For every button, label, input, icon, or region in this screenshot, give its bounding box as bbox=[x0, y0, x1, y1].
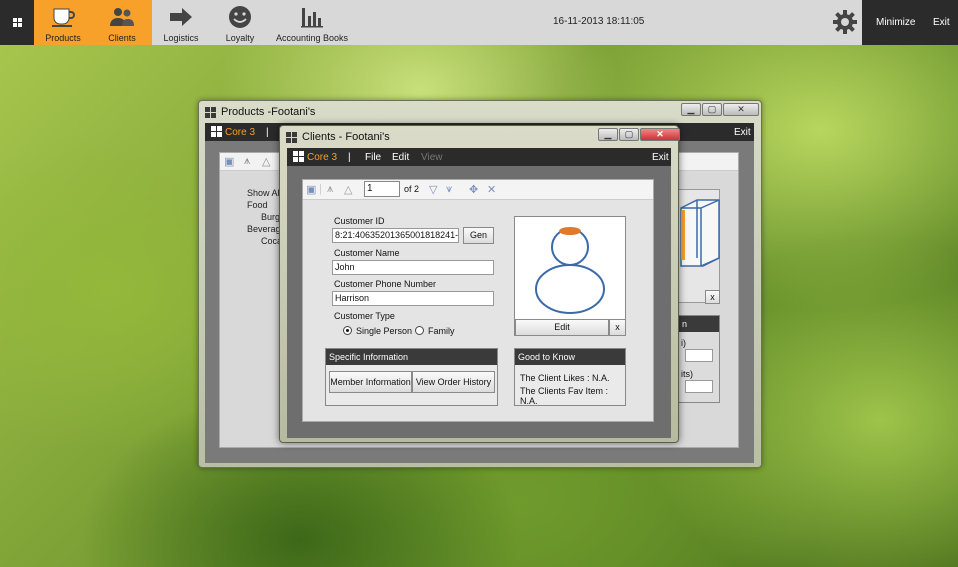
save-icon[interactable]: ▣ bbox=[224, 155, 234, 168]
app-icon bbox=[205, 107, 216, 118]
spin-field[interactable] bbox=[685, 380, 713, 393]
product-image-close[interactable]: x bbox=[705, 290, 720, 304]
gen-button[interactable]: Gen bbox=[463, 227, 494, 244]
close-icon[interactable]: ✕ bbox=[640, 128, 680, 141]
menu-separator: | bbox=[266, 127, 269, 138]
arrow-right-icon bbox=[168, 4, 194, 30]
close-icon[interactable]: ✕ bbox=[723, 103, 759, 116]
menu-exit[interactable]: Exit bbox=[734, 127, 751, 138]
client-likes: The Client Likes : N.A. bbox=[520, 373, 610, 383]
nav-label: Logistics bbox=[163, 33, 199, 43]
menu-exit[interactable]: Exit bbox=[652, 152, 669, 163]
delete-record-icon[interactable]: ✕ bbox=[487, 183, 496, 196]
nav-logistics[interactable]: Logistics bbox=[152, 0, 210, 45]
nav-label: Clients bbox=[108, 33, 136, 43]
datetime: 16-11-2013 18:11:05 bbox=[553, 16, 645, 27]
nav-label: Loyalty bbox=[225, 33, 255, 43]
window-title: Products -Footani's bbox=[221, 106, 316, 118]
product-details-group: n i) its) bbox=[678, 315, 720, 403]
save-icon[interactable]: ▣ bbox=[306, 183, 316, 196]
record-count: of 2 bbox=[404, 184, 420, 194]
first-icon[interactable]: ⩚ bbox=[244, 155, 250, 168]
gear-icon[interactable] bbox=[832, 9, 858, 35]
start-button[interactable] bbox=[0, 0, 34, 45]
nav-products[interactable]: Products bbox=[34, 0, 92, 45]
users-icon bbox=[109, 4, 135, 30]
menu-separator: | bbox=[348, 152, 351, 163]
nav-clients[interactable]: Clients bbox=[92, 0, 152, 45]
title-controls: ▁ ▢ ✕ bbox=[681, 103, 759, 116]
minimize-icon[interactable]: ▁ bbox=[598, 128, 618, 141]
avatar-icon bbox=[535, 227, 605, 314]
spin-field[interactable] bbox=[685, 349, 713, 362]
menu-core[interactable]: Core 3 bbox=[225, 127, 255, 138]
app-icon bbox=[211, 126, 222, 137]
record-toolbar: ▣ | ⩚ △ 1 of 2 ▽ ⩛ ✥ ✕ bbox=[303, 180, 653, 200]
menu-core[interactable]: Core 3 bbox=[307, 152, 337, 163]
partial-label: its) bbox=[681, 369, 693, 379]
menu-file[interactable]: File bbox=[365, 152, 381, 163]
specific-info-header: Specific Information bbox=[326, 349, 497, 365]
toolbar-divider: | bbox=[319, 183, 322, 195]
group-header: n bbox=[679, 316, 719, 332]
nav-label: Accounting Books bbox=[275, 33, 349, 43]
family-label[interactable]: Family bbox=[428, 326, 455, 336]
edit-photo-button[interactable]: Edit bbox=[515, 319, 609, 336]
window-title: Clients - Footani's bbox=[302, 131, 390, 143]
record-number-input[interactable]: 1 bbox=[364, 181, 400, 197]
customer-phone-label: Customer Phone Number bbox=[334, 279, 437, 289]
single-person-label[interactable]: Single Person bbox=[356, 326, 412, 336]
clients-window[interactable]: Clients - Footani's ▁ ▢ ✕ Core 3 | File … bbox=[279, 125, 680, 443]
app-icon bbox=[286, 132, 297, 143]
next-record-icon[interactable]: ▽ bbox=[429, 183, 437, 196]
last-record-icon[interactable]: ⩛ bbox=[446, 183, 452, 196]
partial-label: i) bbox=[681, 338, 686, 348]
product-image-box bbox=[678, 189, 720, 303]
first-record-icon[interactable]: ⩚ bbox=[327, 183, 333, 196]
menu-bar: Core 3 | File Edit View Exit bbox=[287, 148, 671, 166]
minimize-icon[interactable]: ▁ bbox=[681, 103, 701, 116]
previous-record-icon[interactable]: △ bbox=[344, 183, 352, 196]
customer-name-label: Customer Name bbox=[334, 248, 400, 258]
customer-id-field[interactable]: 8:21:40635201365001818241-AM bbox=[332, 228, 459, 243]
family-radio[interactable] bbox=[415, 326, 424, 335]
minimize-button[interactable]: Minimize bbox=[876, 17, 915, 28]
single-person-radio[interactable] bbox=[343, 326, 352, 335]
window-controls: Minimize Exit bbox=[862, 0, 958, 45]
coffee-cup-icon bbox=[51, 4, 75, 30]
maximize-icon[interactable]: ▢ bbox=[619, 128, 639, 141]
add-record-icon[interactable]: ✥ bbox=[469, 183, 478, 196]
menu-edit[interactable]: Edit bbox=[392, 152, 409, 163]
good-to-know-header: Good to Know bbox=[515, 349, 625, 365]
customer-type-label: Customer Type bbox=[334, 311, 395, 321]
prev-icon[interactable]: △ bbox=[262, 155, 270, 168]
menu-view: View bbox=[421, 152, 443, 163]
top-bar: Products Clients Logistics Loyalty Accou… bbox=[0, 0, 958, 45]
customer-phone-field[interactable]: Harrison bbox=[332, 291, 494, 306]
remove-photo-button[interactable]: x bbox=[609, 319, 626, 336]
client-fav-item: The Clients Fav Item : N.A. bbox=[520, 386, 609, 406]
good-to-know-group: Good to Know The Client Likes : N.A. The… bbox=[514, 348, 626, 406]
customer-name-field[interactable]: John bbox=[332, 260, 494, 275]
nav-loyalty[interactable]: Loyalty bbox=[214, 0, 266, 45]
clients-body: ▣ | ⩚ △ 1 of 2 ▽ ⩛ ✥ ✕ Customer ID 8:21:… bbox=[287, 166, 671, 438]
nav-label: Products bbox=[45, 33, 81, 43]
smiley-icon bbox=[228, 4, 252, 30]
member-info-button[interactable]: Member Information bbox=[329, 371, 412, 393]
maximize-icon[interactable]: ▢ bbox=[702, 103, 722, 116]
nav-accounting-books[interactable]: Accounting Books bbox=[274, 0, 350, 45]
exit-button[interactable]: Exit bbox=[933, 17, 950, 28]
specific-info-group: Specific Information Member Information … bbox=[325, 348, 498, 406]
view-order-history-button[interactable]: View Order History bbox=[412, 371, 495, 393]
box-3d-icon bbox=[680, 199, 720, 267]
bar-chart-icon bbox=[300, 4, 324, 30]
customer-photo: Edit x bbox=[514, 216, 626, 336]
windows-logo-icon bbox=[12, 18, 22, 27]
app-icon bbox=[293, 151, 304, 162]
clients-form: ▣ | ⩚ △ 1 of 2 ▽ ⩛ ✥ ✕ Customer ID 8:21:… bbox=[302, 179, 654, 422]
customer-id-label: Customer ID bbox=[334, 216, 385, 226]
title-controls: ▁ ▢ ✕ bbox=[598, 128, 680, 141]
